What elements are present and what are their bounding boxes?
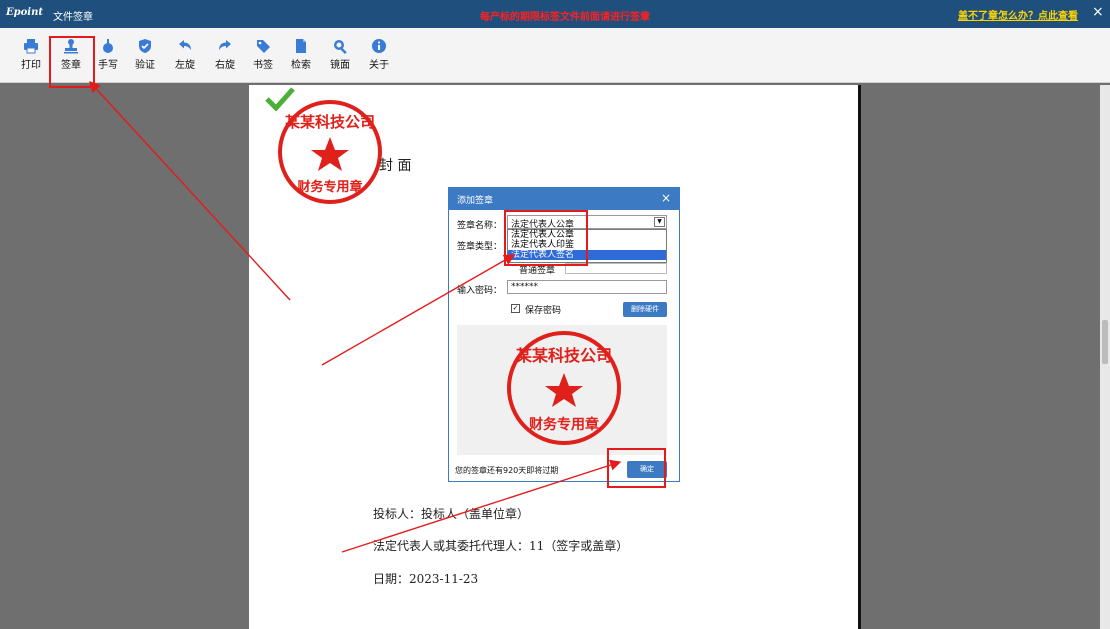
help-link[interactable]: 盖不了章怎么办？点此查看 <box>958 7 1078 22</box>
preview-company-text: 某某科技公司 <box>515 346 612 365</box>
dialog-title: 添加签章 <box>457 196 494 206</box>
bookmark-button[interactable]: 书签 <box>246 36 280 78</box>
preview-seal: 某某科技公司 财务专用章 <box>507 331 621 445</box>
search-label: 检索 <box>291 60 311 71</box>
cover-title: 封 面 <box>379 158 412 174</box>
remove-cert-button[interactable]: 删除硬件 <box>623 302 667 317</box>
magnifier-icon <box>334 40 347 54</box>
chevron-down-icon: ▼ <box>654 217 665 227</box>
bookmark-label: 书签 <box>253 60 273 71</box>
close-window-button[interactable]: × <box>1092 4 1104 20</box>
save-password-label: 保存密码 <box>525 306 562 316</box>
app-logo: Epoint <box>6 7 43 18</box>
toolbar: 打印 签章 手写 验证 左旋 右旋 书签 检索 镜面 关于 <box>0 28 1110 88</box>
bookmark-tag-icon <box>257 40 270 53</box>
password-input[interactable]: ****** <box>507 280 667 294</box>
printer-icon <box>24 39 38 54</box>
about-label: 关于 <box>369 60 389 71</box>
bidder-line: 投标人：投标人（盖单位章） <box>373 507 530 521</box>
print-label: 打印 <box>21 60 41 71</box>
print-button[interactable]: 打印 <box>14 36 48 78</box>
title-bar: Epoint 文件签章 每产标的期限标签文件前面请进行签章 盖不了章怎么办？点此… <box>0 0 1110 28</box>
confirm-button-highlight <box>607 448 666 488</box>
dialog-close-button[interactable]: × <box>661 191 671 205</box>
preview-purpose-text: 财务专用章 <box>528 416 599 433</box>
info-icon <box>372 39 386 53</box>
stamp-name-label: 签章名称： <box>457 221 503 231</box>
warning-notice: 每产标的期限标签文件前面请进行签章 <box>480 12 650 23</box>
legal-rep-line: 法定代表人或其委托代理人：11（签字或盖章） <box>373 539 629 553</box>
rotate-right-button[interactable]: 右旋 <box>208 36 242 78</box>
password-value: ****** <box>511 282 538 292</box>
rotate-right-label: 右旋 <box>215 60 235 71</box>
rotate-right-icon <box>219 40 231 50</box>
mirror-button[interactable]: 镜面 <box>323 36 357 78</box>
rotate-left-button[interactable]: 左旋 <box>168 36 202 78</box>
rotate-left-icon <box>179 40 191 50</box>
handwrite-label: 手写 <box>98 60 118 71</box>
document-search-icon <box>296 39 306 53</box>
verify-button[interactable]: 验证 <box>128 36 162 78</box>
verify-label: 验证 <box>135 60 155 71</box>
seal-purpose-text: 财务专用章 <box>297 179 362 195</box>
search-button[interactable]: 检索 <box>284 36 318 78</box>
save-password-checkbox[interactable]: ✓ <box>511 304 520 313</box>
scrollbar-thumb[interactable] <box>1102 320 1108 364</box>
stamp-preview: 某某科技公司 财务专用章 <box>457 325 667 455</box>
dialog-header: 添加签章 × <box>449 188 679 210</box>
password-label: 输入密码： <box>457 286 503 296</box>
shield-check-icon <box>139 39 151 53</box>
seal-company-text: 某某科技公司 <box>285 113 375 131</box>
handwrite-button[interactable]: 手写 <box>91 36 125 78</box>
date-line: 日期：2023-11-23 <box>373 572 479 586</box>
handwrite-icon <box>103 39 113 53</box>
stamp-button-highlight <box>49 36 95 88</box>
rotate-left-label: 左旋 <box>175 60 195 71</box>
stamp-name-highlight <box>504 210 588 266</box>
mirror-label: 镜面 <box>330 60 350 71</box>
about-button[interactable]: 关于 <box>362 36 396 78</box>
window-title: 文件签章 <box>53 12 93 23</box>
stamp-type-label: 签章类型： <box>457 242 503 252</box>
company-seal: 某某科技公司 财务专用章 <box>278 100 382 204</box>
expiry-notice: 您的签章还有920天即将过期 <box>455 466 559 475</box>
